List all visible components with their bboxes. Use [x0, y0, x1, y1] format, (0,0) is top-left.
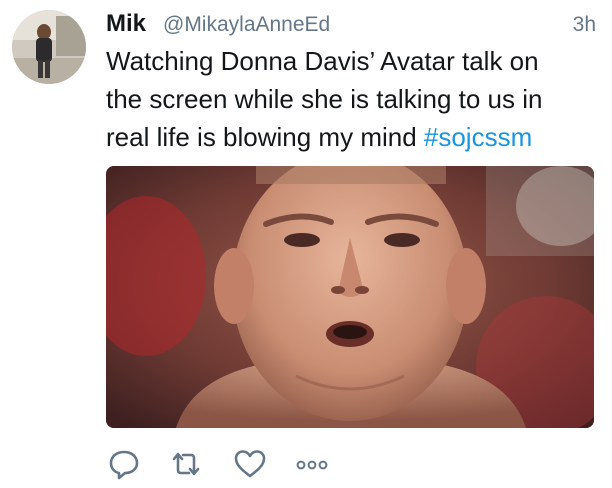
tweet-text-line: real life is blowing my mind #sojcssm — [106, 118, 604, 156]
reply-icon[interactable] — [106, 446, 142, 482]
tweet: Mik @MikaylaAnneEd 3h Watching Donna Dav… — [0, 0, 612, 488]
tweet-media-image[interactable] — [106, 166, 594, 428]
retweet-icon[interactable] — [168, 446, 204, 482]
tweet-text-segment: real life is blowing my mind — [106, 122, 424, 152]
like-icon[interactable] — [232, 446, 268, 482]
tweet-text-line: Watching Donna Davis’ Avatar talk on — [106, 46, 539, 76]
media-photo — [106, 166, 594, 428]
more-icon[interactable] — [294, 446, 330, 482]
display-name[interactable]: Mik — [106, 9, 146, 39]
avatar[interactable] — [12, 10, 86, 84]
avatar-image — [12, 10, 86, 84]
tweet-text: Watching Donna Davis’ Avatar talk on the… — [106, 42, 604, 156]
tweet-text-line: the screen while she is talking to us in — [106, 84, 543, 114]
user-handle[interactable]: @MikaylaAnneEd — [163, 10, 330, 40]
hashtag-link[interactable]: #sojcssm — [424, 122, 532, 152]
tweet-actions — [106, 446, 366, 482]
timestamp[interactable]: 3h — [573, 10, 596, 40]
tweet-header: Mik @MikaylaAnneEd 3h — [106, 9, 596, 39]
